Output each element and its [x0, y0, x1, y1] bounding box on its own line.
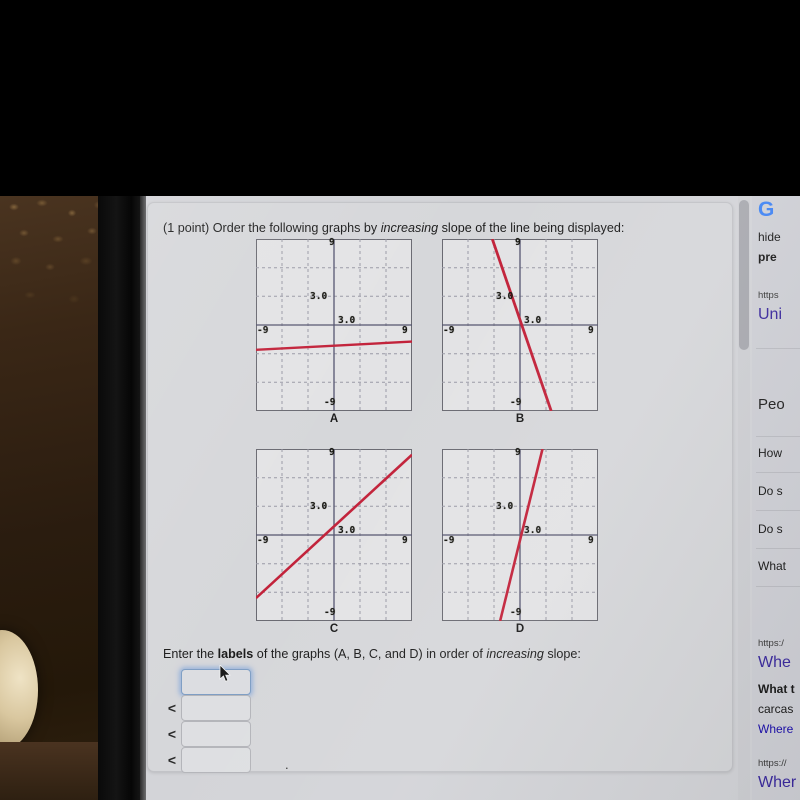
- sidebar-item-1[interactable]: pre: [758, 250, 777, 264]
- xtick-neg9-a: -9: [257, 325, 269, 336]
- ytick-bot-d: -9: [510, 607, 522, 618]
- question-suffix: slope of the line being displayed:: [438, 221, 625, 235]
- ytick-top-a: 9: [329, 237, 335, 248]
- sidebar-item-13[interactable]: Where: [758, 722, 793, 736]
- ytick-bot-b: -9: [510, 397, 522, 408]
- sidebar-item-11: What t: [758, 682, 795, 696]
- plot-svg-a: [256, 239, 412, 411]
- xtick-pos9-d: 9: [588, 535, 594, 546]
- xtick-pos9-a: 9: [402, 325, 408, 336]
- sidebar-item-15[interactable]: Wher: [758, 774, 796, 792]
- page-scrollbar-thumb[interactable]: [739, 200, 749, 350]
- answer-box-4[interactable]: [181, 747, 251, 773]
- answer-box-2[interactable]: [181, 695, 251, 721]
- graph-label-d: D: [515, 623, 525, 635]
- graph-label-c: C: [329, 623, 339, 635]
- instruction-part1: Enter the: [163, 647, 218, 661]
- answer-row-1: [181, 665, 251, 695]
- sidebar-divider-1: [756, 348, 800, 349]
- google-logo-icon: G: [758, 198, 775, 221]
- ytick-mid-b: 3.0: [496, 291, 514, 302]
- question-italic: increasing: [380, 221, 439, 235]
- sidebar-item-8[interactable]: What: [758, 559, 786, 573]
- ytick-bot-c: -9: [324, 607, 336, 618]
- laptop-bezel: [98, 195, 144, 800]
- graph-c: 9 3.0 3.0 -9 9 -9 C: [256, 447, 416, 639]
- graph-label-b: B: [515, 413, 525, 425]
- sidebar-divider-5: [756, 548, 800, 549]
- xtick-pos-b: 3.0: [524, 315, 542, 326]
- answer-row-3: <: [163, 721, 251, 747]
- instruction-bold: labels: [217, 647, 254, 661]
- xtick-neg9-b: -9: [443, 325, 455, 336]
- mouse-cursor-icon: [219, 665, 231, 682]
- graph-a: 9 3.0 3.0 -9 9 -9 A: [256, 237, 416, 429]
- graph-label-a: A: [329, 413, 339, 425]
- answer-row-2: <: [163, 695, 251, 721]
- sidebar-item-0[interactable]: hide: [758, 230, 781, 244]
- xtick-pos-d: 3.0: [524, 525, 542, 536]
- instruction-part2: of the graphs (A, B, C, and D) in order …: [253, 647, 487, 661]
- xtick-pos-c: 3.0: [338, 525, 356, 536]
- sidebar-item-9: https:/: [758, 638, 784, 649]
- xtick-neg9-d: -9: [443, 535, 455, 546]
- plot-svg-c: [256, 449, 412, 621]
- sidebar-divider-6: [756, 586, 800, 587]
- instruction-text: Enter the labels of the graphs (A, B, C,…: [163, 647, 581, 661]
- sidebar-divider-4: [756, 510, 800, 511]
- sidebar-item-6[interactable]: Do s: [758, 484, 783, 498]
- laptop-screen: (1 point) Order the following graphs by …: [146, 196, 800, 800]
- plot-svg-d: [442, 449, 598, 621]
- plot-svg-b: [442, 239, 598, 411]
- instruction-part3: slope:: [543, 647, 581, 661]
- answer-input-group: < < < .: [163, 665, 293, 773]
- xtick-pos-a: 3.0: [338, 315, 356, 326]
- sidebar-item-3[interactable]: Uni: [758, 306, 782, 324]
- sidebar-item-4: Peo: [758, 396, 785, 413]
- xtick-pos9-b: 9: [588, 325, 594, 336]
- answer-row-4: <: [163, 747, 251, 773]
- graph-grid: 9 3.0 3.0 -9 9 -9 A 9 3.0 3.0 -9 9 -9 B …: [256, 237, 632, 639]
- less-than-1: <: [167, 700, 177, 716]
- sidebar-item-2: https: [758, 290, 779, 301]
- graph-b: 9 3.0 3.0 -9 9 -9 B: [442, 237, 602, 429]
- question-prefix: (1 point) Order the following graphs by: [163, 221, 381, 235]
- letterbox-top: [0, 0, 800, 196]
- sidebar-item-12: carcas: [758, 702, 794, 716]
- ytick-top-d: 9: [515, 447, 521, 458]
- trailing-period: .: [285, 757, 289, 772]
- ytick-mid-d: 3.0: [496, 501, 514, 512]
- sidebar-item-14: https://: [758, 758, 787, 769]
- instruction-italic: increasing: [486, 647, 544, 661]
- less-than-3: <: [167, 752, 177, 768]
- sidebar-divider-3: [756, 472, 800, 473]
- sidebar-item-5[interactable]: How: [758, 446, 782, 460]
- sidebar-item-7[interactable]: Do s: [758, 522, 783, 536]
- xtick-pos9-c: 9: [402, 535, 408, 546]
- search-results-sidebar: G hide pre https Uni Peo How Do s Do s W…: [752, 196, 800, 800]
- ytick-mid-c: 3.0: [310, 501, 328, 512]
- ytick-mid-a: 3.0: [310, 291, 328, 302]
- question-text: (1 point) Order the following graphs by …: [163, 221, 624, 235]
- graph-d: 9 3.0 3.0 -9 9 -9 D: [442, 447, 602, 639]
- ytick-bot-a: -9: [324, 397, 336, 408]
- answer-box-1[interactable]: [181, 669, 251, 695]
- sidebar-item-10[interactable]: Whe: [758, 654, 791, 672]
- xtick-neg9-c: -9: [257, 535, 269, 546]
- sidebar-divider-2: [756, 436, 800, 437]
- less-than-2: <: [167, 726, 177, 742]
- ytick-top-b: 9: [515, 237, 521, 248]
- homework-problem-panel: (1 point) Order the following graphs by …: [147, 202, 733, 773]
- ytick-top-c: 9: [329, 447, 335, 458]
- answer-box-3[interactable]: [181, 721, 251, 747]
- screenshot-stage: (1 point) Order the following graphs by …: [0, 0, 800, 800]
